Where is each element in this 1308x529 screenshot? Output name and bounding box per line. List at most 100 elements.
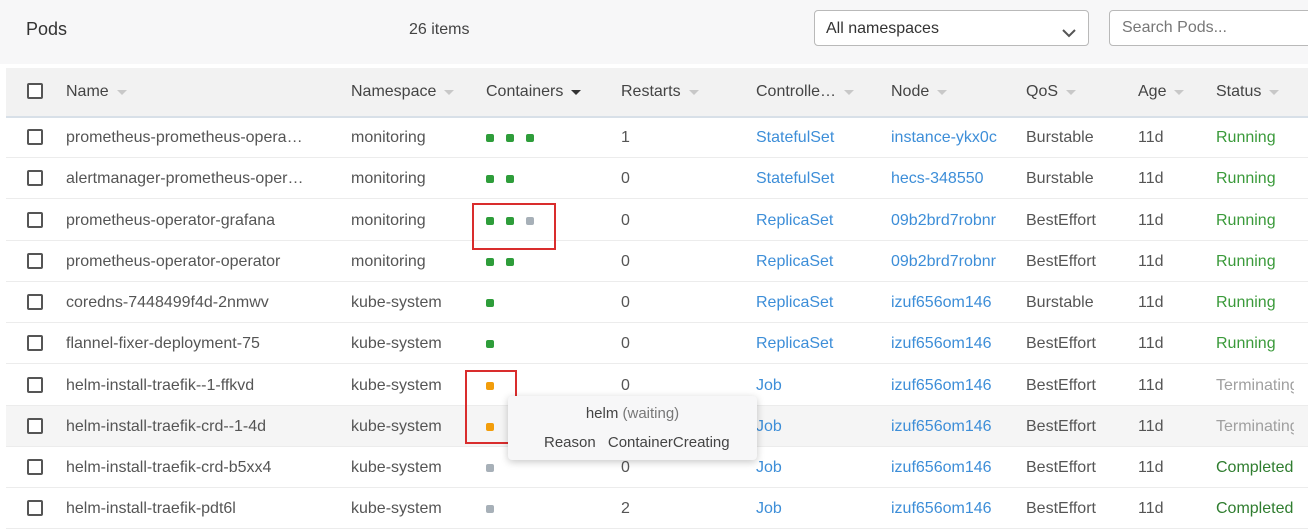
controller-link[interactable]: Job	[756, 459, 782, 476]
node-link[interactable]: izuf656om146	[891, 418, 992, 435]
table-row[interactable]: prometheus-operator-grafana monitoring 0 Re…	[6, 200, 1308, 241]
container-status-ready-icon[interactable]	[486, 134, 494, 142]
cell-node: izuf656om146	[891, 488, 1009, 529]
node-link[interactable]: izuf656om146	[891, 294, 992, 311]
node-link[interactable]: izuf656om146	[891, 459, 992, 476]
pod-status: Completed	[1216, 459, 1294, 476]
container-status-ready-icon[interactable]	[486, 258, 494, 266]
column-header-containers[interactable]: Containers	[486, 68, 582, 116]
cell-age: 11d	[1138, 406, 1198, 447]
controller-link[interactable]: Job	[756, 377, 782, 394]
node-link[interactable]: 09b2brd7robnr	[891, 253, 996, 270]
tooltip-reason-value: ContainerCreating	[607, 434, 730, 451]
cell-node: 09b2brd7robnr	[891, 200, 1009, 241]
controller-link[interactable]: StatefulSet	[756, 170, 834, 187]
container-status-ready-icon[interactable]	[506, 258, 514, 266]
node-link[interactable]: instance-ykx0c	[891, 129, 997, 146]
column-header-qos[interactable]: QoS	[1026, 68, 1077, 116]
cell-name: helm-install-traefik-crd-b5xx4	[66, 447, 306, 488]
cell-qos: BestEffort	[1026, 241, 1131, 282]
controller-link[interactable]: ReplicaSet	[756, 253, 833, 270]
controller-link[interactable]: ReplicaSet	[756, 212, 833, 229]
pod-status: Running	[1216, 294, 1276, 311]
column-header-controller[interactable]: Controlle…	[756, 68, 855, 116]
pod-status: Completed	[1216, 500, 1294, 517]
controller-link[interactable]: Job	[756, 418, 782, 435]
namespace-select[interactable]: All namespaces	[814, 10, 1089, 46]
node-link[interactable]: izuf656om146	[891, 377, 992, 394]
table-row[interactable]: flannel-fixer-deployment-75 kube-system 0 R…	[6, 323, 1308, 364]
search-input[interactable]	[1109, 10, 1308, 46]
cell-status: Running	[1216, 117, 1294, 158]
row-checkbox[interactable]	[27, 253, 43, 269]
controller-link[interactable]: ReplicaSet	[756, 335, 833, 352]
pod-namespace: kube-system	[351, 459, 442, 476]
container-status-ready-icon[interactable]	[526, 134, 534, 142]
cell-name: prometheus-prometheus-operator-prometheu…	[66, 117, 306, 158]
table-row[interactable]: prometheus-prometheus-operator-prometheu…	[6, 117, 1308, 158]
sort-icon	[1174, 89, 1185, 95]
controller-link[interactable]: StatefulSet	[756, 129, 834, 146]
cell-node: 09b2brd7robnr	[891, 241, 1009, 282]
pod-status: Running	[1216, 129, 1276, 146]
row-checkbox[interactable]	[27, 170, 43, 186]
pod-status: Running	[1216, 253, 1276, 270]
cell-age: 11d	[1138, 117, 1198, 158]
row-checkbox[interactable]	[27, 377, 43, 393]
node-link[interactable]: izuf656om146	[891, 500, 992, 517]
column-header-node[interactable]: Node	[891, 68, 948, 116]
page-title: Pods	[26, 19, 68, 39]
pod-restarts: 0	[621, 212, 630, 229]
table-row[interactable]: prometheus-operator-operator monitoring 0 R…	[6, 241, 1308, 282]
controller-link[interactable]: ReplicaSet	[756, 294, 833, 311]
cell-node: izuf656om146	[891, 282, 1009, 323]
column-header-name[interactable]: Name	[66, 68, 127, 116]
pod-name: helm-install-traefik--1-ffkvd	[66, 377, 255, 394]
row-checkbox[interactable]	[27, 500, 43, 516]
cell-name: coredns-7448499f4d-2nmwv	[66, 282, 306, 323]
sort-icon	[1066, 89, 1077, 95]
cell-status: Running	[1216, 282, 1294, 323]
cell-controller: StatefulSet	[756, 117, 876, 158]
container-status-ready-icon[interactable]	[486, 340, 494, 348]
table-row[interactable]: coredns-7448499f4d-2nmwv kube-system 0 Repl…	[6, 282, 1308, 323]
column-header-age[interactable]: Age	[1138, 68, 1185, 116]
container-status-ready-icon[interactable]	[506, 134, 514, 142]
pod-age: 11d	[1138, 459, 1164, 476]
cell-qos: Burstable	[1026, 117, 1131, 158]
pod-qos: Burstable	[1026, 170, 1094, 187]
row-checkbox[interactable]	[27, 418, 43, 434]
container-status-terminated-icon[interactable]	[486, 464, 494, 472]
row-checkbox[interactable]	[27, 335, 43, 351]
table-row[interactable]: helm-install-traefik-pdt6l kube-system 2 Jo…	[6, 488, 1308, 529]
node-link[interactable]: izuf656om146	[891, 335, 992, 352]
cell-qos: BestEffort	[1026, 365, 1131, 406]
container-status-ready-icon[interactable]	[486, 299, 494, 307]
controller-link[interactable]: Job	[756, 500, 782, 517]
select-all-checkbox[interactable]	[27, 83, 43, 99]
row-checkbox[interactable]	[27, 212, 43, 228]
cell-namespace: kube-system	[351, 365, 466, 406]
container-status-ready-icon[interactable]	[486, 175, 494, 183]
table-row[interactable]: alertmanager-prometheus-operator-alertma…	[6, 158, 1308, 199]
column-header-status[interactable]: Status	[1216, 68, 1280, 116]
container-status-ready-icon[interactable]	[506, 175, 514, 183]
pod-name: alertmanager-prometheus-operator-alertma…	[66, 170, 306, 187]
cell-age: 11d	[1138, 158, 1198, 199]
pod-age: 11d	[1138, 170, 1164, 187]
pod-namespace: kube-system	[351, 500, 442, 517]
cell-namespace: kube-system	[351, 323, 466, 364]
node-link[interactable]: hecs-348550	[891, 170, 984, 187]
column-header-restarts[interactable]: Restarts	[621, 68, 699, 116]
node-link[interactable]: 09b2brd7robnr	[891, 212, 996, 229]
row-checkbox[interactable]	[27, 294, 43, 310]
cell-namespace: kube-system	[351, 488, 466, 529]
container-status-terminated-icon[interactable]	[486, 505, 494, 513]
row-checkbox[interactable]	[27, 129, 43, 145]
cell-controller: Job	[756, 406, 876, 447]
pod-name: helm-install-traefik-pdt6l	[66, 500, 236, 517]
column-header-namespace[interactable]: Namespace	[351, 68, 455, 116]
pod-name: helm-install-traefik-crd--1-4d	[66, 418, 267, 435]
row-checkbox[interactable]	[27, 459, 43, 475]
item-count: 26 items	[409, 21, 470, 38]
